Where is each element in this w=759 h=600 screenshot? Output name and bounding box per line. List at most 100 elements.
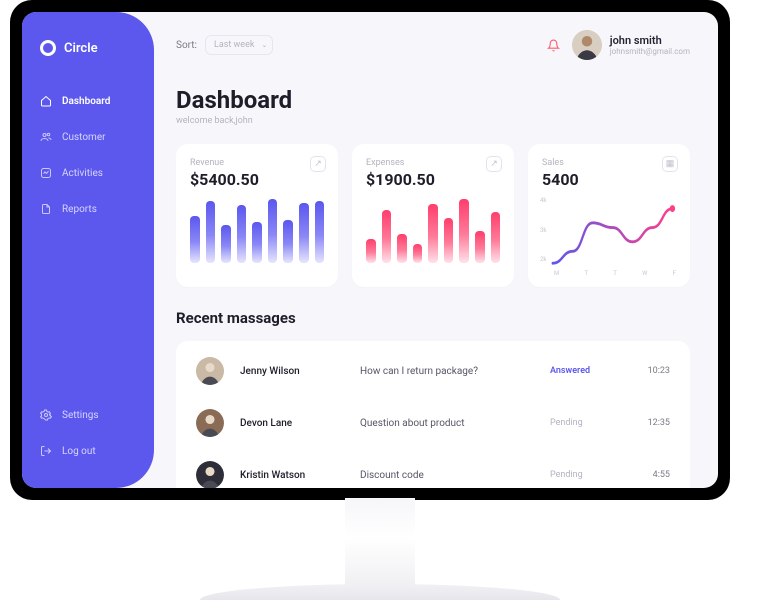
chart-bar (397, 234, 407, 263)
bell-icon (547, 39, 560, 52)
chart-bar (444, 218, 454, 263)
logout-icon (40, 445, 52, 457)
chart-bar (221, 225, 231, 263)
card-sales-value: 5400 (542, 170, 676, 189)
message-avatar (196, 461, 224, 488)
axis-tick: T (613, 270, 617, 277)
card-sales-label: Sales (542, 158, 676, 168)
chart-bar (475, 231, 485, 263)
chart-bar (268, 199, 278, 263)
monitor-stand-base (200, 584, 560, 600)
sidebar-item-label: Reports (62, 204, 97, 215)
axis-tick: 2k (540, 256, 546, 263)
sidebar-item-customer[interactable]: Customer (22, 122, 154, 152)
card-revenue-action[interactable]: ↗ (310, 156, 326, 172)
user-info: john smith johnsmith@gmail.com (610, 34, 690, 56)
card-revenue-value: $5400.50 (190, 170, 324, 189)
chart-bar (382, 210, 392, 263)
message-status: Pending (550, 418, 630, 428)
circle-logo-icon (40, 40, 56, 56)
message-sender: Devon Lane (240, 418, 360, 429)
sidebar-item-dashboard[interactable]: Dashboard (22, 86, 154, 116)
stat-cards: ↗ Revenue $5400.50 ↗ Expenses $1900.50 ▦… (176, 144, 690, 287)
settings-icon (40, 409, 52, 421)
message-time: 12:35 (630, 418, 670, 428)
sort-control: Sort: Last week ⌄ (176, 35, 273, 55)
card-revenue: ↗ Revenue $5400.50 (176, 144, 338, 287)
message-subject: Discount code (360, 470, 550, 481)
card-revenue-label: Revenue (190, 158, 324, 168)
share-icon: ↗ (490, 160, 498, 169)
page-title: Dashboard (176, 86, 690, 114)
sidebar-item-label: Customer (62, 132, 106, 143)
message-time: 10:23 (630, 366, 670, 376)
activity-icon (40, 167, 52, 179)
user-menu[interactable]: john smith johnsmith@gmail.com (572, 30, 690, 60)
users-icon (40, 131, 52, 143)
sidebar: Circle Dashboard Customer Activities Report… (22, 12, 154, 488)
monitor-frame: Circle Dashboard Customer Activities Report… (10, 0, 730, 500)
app-screen: Circle Dashboard Customer Activities Report… (22, 12, 718, 488)
axis-tick: M (554, 270, 559, 277)
chart-bar (206, 201, 216, 263)
message-status: Answered (550, 366, 630, 376)
sort-select[interactable]: Last week ⌄ (205, 35, 273, 55)
expenses-bar-chart (366, 199, 500, 263)
axis-tick: 4k (540, 197, 546, 204)
sales-y-axis: 4k 3k 2k (540, 197, 546, 263)
axis-tick: W (642, 270, 647, 277)
chart-bar (283, 220, 293, 263)
sidebar-item-log-out[interactable]: Log out (22, 436, 154, 466)
user-email: johnsmith@gmail.com (610, 47, 690, 56)
page-subtitle: welcome back,john (176, 116, 690, 126)
page-header: Dashboard welcome back,john (176, 86, 690, 126)
message-time: 4:55 (630, 470, 670, 480)
chart-bar (299, 203, 309, 263)
chart-bar (413, 244, 423, 263)
sort-value: Last week (214, 40, 254, 50)
chart-bar (459, 199, 469, 263)
card-sales: ▦ Sales 5400 4k 3k 2k (528, 144, 690, 287)
message-row[interactable]: Jenny WilsonHow can I return package?Ans… (196, 345, 670, 397)
message-sender: Kristin Watson (240, 470, 360, 481)
sidebar-item-settings[interactable]: Settings (22, 400, 154, 430)
sidebar-item-label: Log out (62, 446, 96, 457)
sidebar-item-label: Activities (62, 168, 103, 179)
notification-button[interactable] (547, 39, 560, 52)
message-avatar (196, 409, 224, 437)
chart-bar (190, 216, 200, 263)
reports-icon (40, 203, 52, 215)
chart-bar (491, 212, 501, 263)
sidebar-nav-primary: Dashboard Customer Activities Reports (22, 86, 154, 224)
grid-icon: ▦ (666, 160, 675, 169)
chart-bar (237, 205, 247, 263)
card-sales-action[interactable]: ▦ (662, 156, 678, 172)
messages-table: Jenny WilsonHow can I return package?Ans… (176, 341, 690, 488)
card-expenses: ↗ Expenses $1900.50 (352, 144, 514, 287)
brand[interactable]: Circle (22, 40, 154, 86)
axis-tick: 3k (540, 227, 546, 234)
user-name: john smith (610, 34, 690, 47)
main-content: Sort: Last week ⌄ john (154, 12, 718, 488)
sidebar-item-reports[interactable]: Reports (22, 194, 154, 224)
sales-line-chart: 4k3k2k MTTWF (542, 197, 676, 277)
message-row[interactable]: Devon LaneQuestion about productPending1… (196, 397, 670, 449)
sidebar-item-label: Dashboard (62, 96, 110, 107)
card-expenses-label: Expenses (366, 158, 500, 168)
card-expenses-value: $1900.50 (366, 170, 500, 189)
card-expenses-action[interactable]: ↗ (486, 156, 502, 172)
sort-label: Sort: (176, 40, 197, 51)
message-sender: Jenny Wilson (240, 366, 360, 377)
monitor-stand-neck (345, 498, 415, 598)
message-status: Pending (550, 470, 630, 480)
sidebar-item-activities[interactable]: Activities (22, 158, 154, 188)
messages-section-title: Recent massages (176, 309, 690, 327)
brand-name: Circle (64, 41, 98, 56)
axis-tick: T (584, 270, 588, 277)
home-icon (40, 95, 52, 107)
user-avatar (572, 30, 602, 60)
chevron-down-icon: ⌄ (262, 41, 268, 49)
topbar: Sort: Last week ⌄ john (176, 30, 690, 60)
message-subject: Question about product (360, 418, 550, 429)
message-row[interactable]: Kristin WatsonDiscount codePending4:55 (196, 449, 670, 488)
